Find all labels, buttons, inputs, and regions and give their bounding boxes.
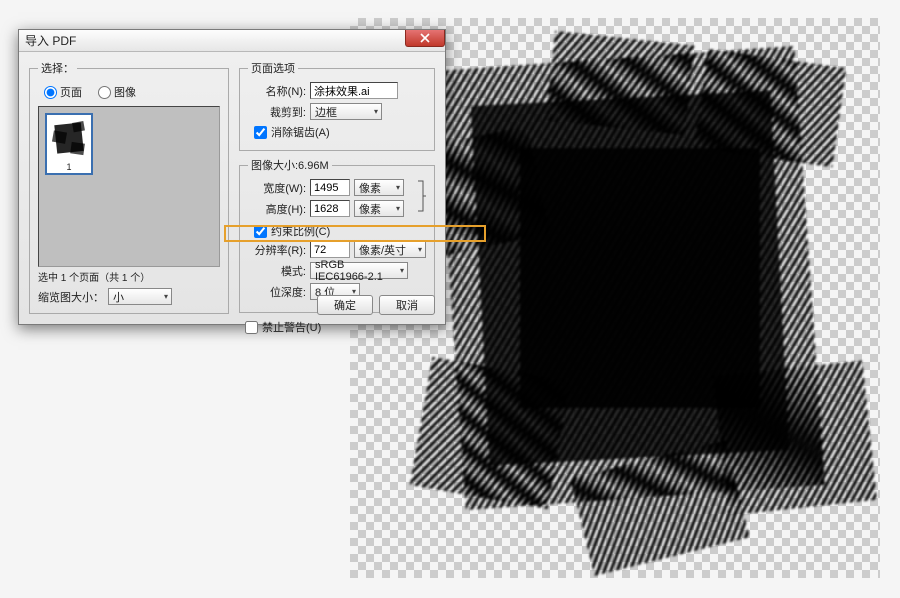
options-panel: 页面选项 名称(N): 裁剪到: 边框 消除锯齿(A) 图像大小:6.96M	[239, 60, 435, 314]
thumbsize-label: 缩览图大小：	[38, 289, 104, 305]
height-label: 高度(H):	[248, 201, 310, 217]
dialog-titlebar[interactable]: 导入 PDF	[19, 30, 445, 52]
select-panel: 选择： 页面 图像	[29, 60, 229, 314]
selection-count: 选中 1 个页面（共 1 个）	[38, 269, 220, 284]
thumb-caption: 1	[66, 162, 71, 172]
import-pdf-dialog: 导入 PDF 选择： 页面 图像	[18, 29, 446, 325]
thumbsize-row: 缩览图大小： 小	[38, 288, 220, 305]
ok-button[interactable]: 确定	[317, 295, 373, 315]
antialias-checkbox[interactable]	[254, 126, 267, 139]
thumb-icon	[50, 118, 88, 160]
name-input[interactable]	[310, 82, 398, 99]
close-icon	[420, 33, 430, 43]
cancel-button[interactable]: 取消	[379, 295, 435, 315]
constrain-label: 约束比例(C)	[271, 223, 330, 239]
width-label: 宽度(W):	[248, 180, 310, 196]
res-label: 分辨率(R):	[248, 242, 310, 258]
dialog-title: 导入 PDF	[25, 32, 76, 49]
crop-label: 裁剪到:	[248, 104, 310, 120]
pageopt-legend: 页面选项	[248, 60, 298, 76]
bitdepth-label: 位深度:	[248, 284, 310, 300]
thumbnail-area[interactable]: 1	[38, 106, 220, 267]
resolution-input[interactable]	[310, 241, 350, 258]
page-thumbnail[interactable]: 1	[45, 113, 93, 175]
height-unit-select[interactable]: 像素	[354, 200, 404, 217]
close-button[interactable]	[405, 30, 445, 47]
width-unit-select[interactable]: 像素	[354, 179, 404, 196]
thumbsize-select[interactable]: 小	[108, 288, 172, 305]
suppress-warn-checkbox[interactable]	[245, 321, 258, 334]
suppress-warn-label: 禁止警告(U)	[262, 319, 321, 335]
width-input[interactable]	[310, 179, 350, 196]
select-radios: 页面 图像	[38, 82, 220, 106]
radio-image[interactable]: 图像	[98, 84, 136, 100]
height-input[interactable]	[310, 200, 350, 217]
dialog-buttons: 确定 取消	[317, 295, 435, 315]
constrain-checkbox[interactable]	[254, 225, 267, 238]
crop-select[interactable]: 边框	[310, 103, 382, 120]
radio-page[interactable]: 页面	[44, 84, 82, 100]
mode-select[interactable]: sRGB IEC61966-2.1	[310, 262, 408, 279]
name-label: 名称(N):	[248, 83, 310, 99]
radio-page-input[interactable]	[44, 86, 57, 99]
imgsize-legend: 图像大小:6.96M	[248, 157, 332, 173]
select-legend: 选择：	[38, 60, 77, 76]
link-icon	[416, 179, 426, 221]
res-unit-select[interactable]: 像素/英寸	[354, 241, 426, 258]
mode-label: 模式:	[248, 263, 310, 279]
antialias-label: 消除锯齿(A)	[271, 124, 330, 140]
radio-image-input[interactable]	[98, 86, 111, 99]
